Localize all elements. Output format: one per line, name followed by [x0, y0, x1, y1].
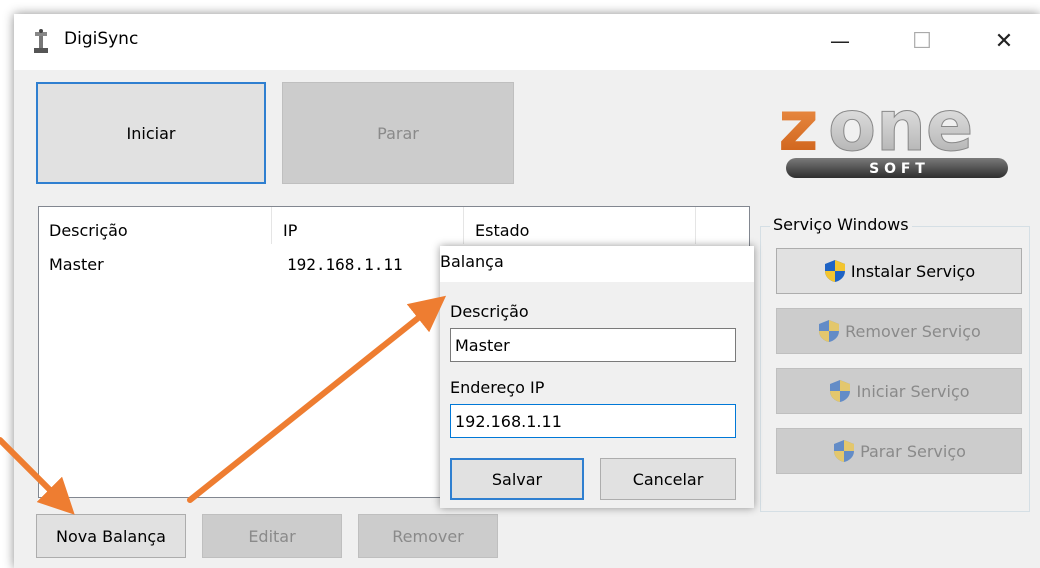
shield-icon: [819, 320, 840, 342]
cancel-label: Cancelar: [632, 469, 704, 489]
save-button[interactable]: Salvar: [450, 458, 584, 500]
row-ip: 192.168.1.11: [287, 255, 403, 274]
install-service-button[interactable]: Instalar Serviço: [776, 248, 1022, 294]
zonesoft-logo: z one S O F T: [778, 88, 1008, 178]
close-icon: ✕: [994, 28, 1014, 54]
column-header-descricao[interactable]: Descrição: [49, 221, 128, 240]
stop-service-label: Parar Serviço: [860, 441, 966, 461]
maximize-button[interactable]: ☐: [902, 24, 942, 58]
save-label: Salvar: [491, 469, 543, 489]
dialog-title: Balança: [440, 252, 504, 271]
remove-label: Remover: [392, 526, 464, 546]
shield-icon: [834, 440, 855, 462]
edit-button[interactable]: Editar: [202, 514, 342, 558]
remove-service-button[interactable]: Remover Serviço: [776, 308, 1022, 354]
new-scale-label: Nova Balança: [56, 526, 166, 546]
row-descricao: Master: [49, 255, 104, 274]
shield-icon: [830, 380, 851, 402]
app-window: DigiSync — ☐ ✕ Iniciar Parar z one S O F…: [14, 14, 1040, 568]
logo-subtext: S O F T: [869, 161, 925, 177]
new-scale-button[interactable]: Nova Balança: [36, 514, 186, 558]
start-button-label: Iniciar: [126, 123, 176, 143]
column-separator[interactable]: [271, 207, 272, 244]
stop-service-button[interactable]: Parar Serviço: [776, 428, 1022, 474]
start-service-label: Iniciar Serviço: [856, 381, 970, 401]
ip-label: Endereço IP: [450, 378, 545, 397]
column-separator[interactable]: [463, 207, 464, 244]
dialog-title-bar[interactable]: Balança: [440, 246, 754, 282]
edit-label: Editar: [248, 526, 296, 546]
shield-icon: [824, 260, 845, 282]
start-service-button[interactable]: Iniciar Serviço: [776, 368, 1022, 414]
ip-input[interactable]: [450, 404, 736, 438]
install-service-label: Instalar Serviço: [850, 261, 976, 281]
descricao-input[interactable]: [450, 328, 736, 362]
column-separator[interactable]: [695, 207, 696, 244]
scale-icon: [34, 29, 48, 53]
cancel-button[interactable]: Cancelar: [600, 458, 736, 500]
descricao-label: Descrição: [450, 302, 529, 321]
service-group-title: Serviço Windows: [770, 215, 912, 234]
minimize-button[interactable]: —: [820, 24, 860, 58]
svg-text:z: z: [778, 88, 819, 167]
title-bar[interactable]: DigiSync — ☐ ✕: [14, 14, 1040, 70]
window-title: DigiSync: [64, 29, 139, 49]
svg-text:one: one: [828, 88, 973, 167]
stop-button[interactable]: Parar: [282, 82, 514, 184]
remove-button[interactable]: Remover: [358, 514, 498, 558]
column-header-estado[interactable]: Estado: [475, 221, 529, 240]
start-button[interactable]: Iniciar: [36, 82, 266, 184]
minimize-icon: —: [830, 29, 850, 53]
stop-button-label: Parar: [377, 123, 419, 143]
column-header-ip[interactable]: IP: [283, 221, 297, 240]
remove-service-label: Remover Serviço: [845, 321, 981, 341]
close-button[interactable]: ✕: [984, 24, 1024, 58]
maximize-icon: ☐: [912, 28, 932, 54]
scale-dialog: Balança Descrição Endereço IP Salvar Can…: [440, 246, 754, 508]
